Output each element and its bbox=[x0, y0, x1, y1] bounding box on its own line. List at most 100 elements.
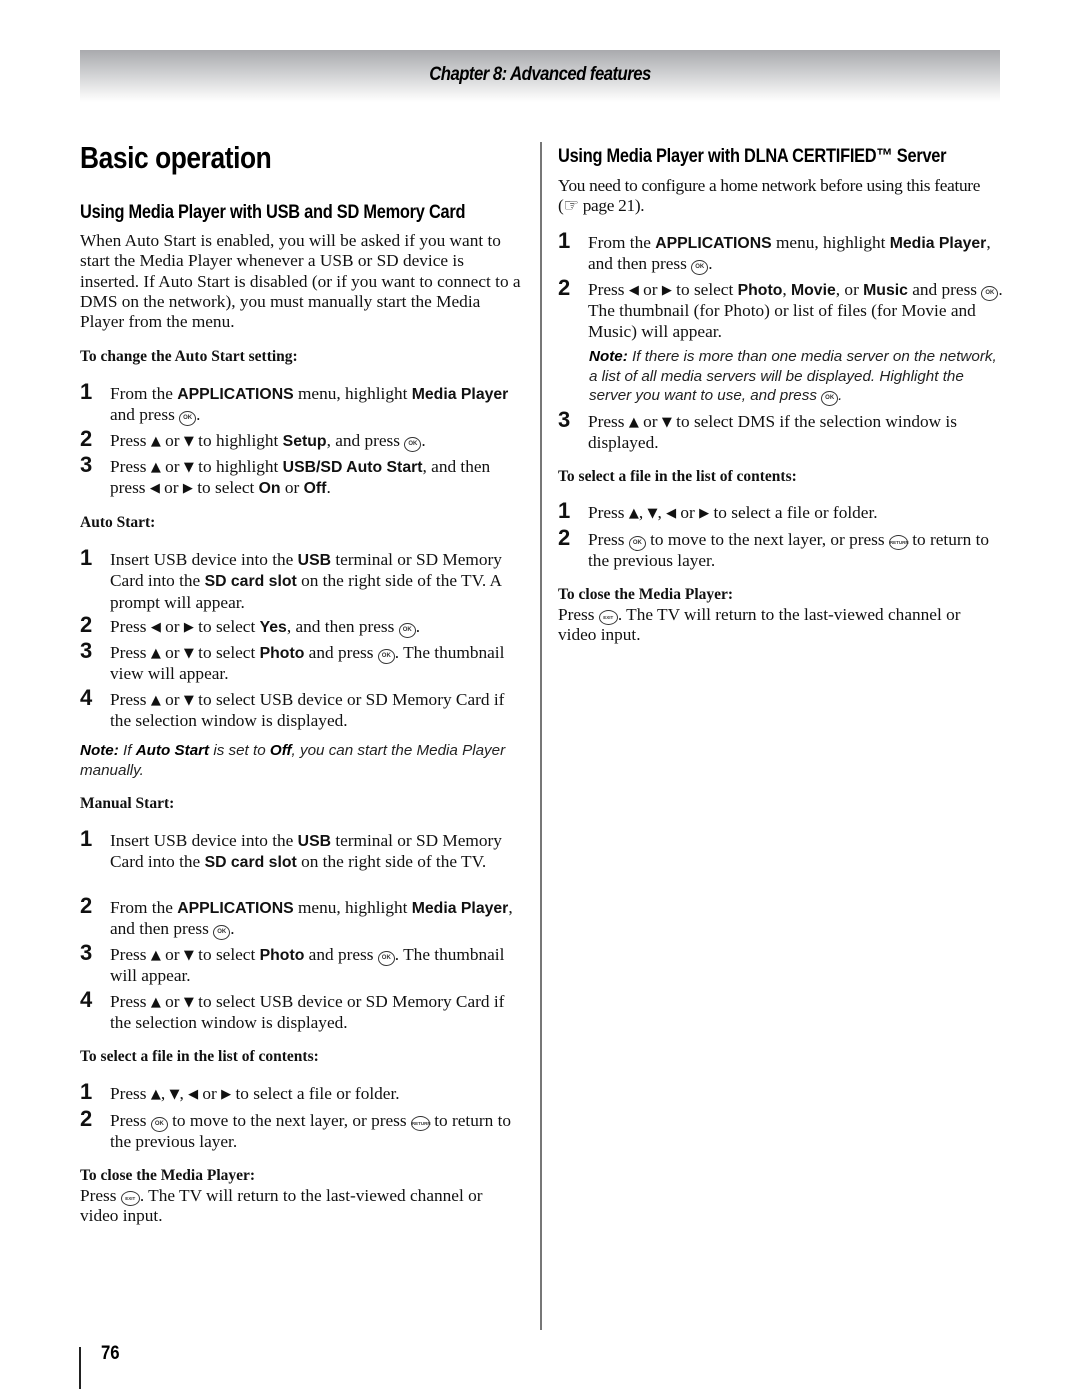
step-text: Press ◀ or ▶ to select Yes, and then pre… bbox=[110, 617, 421, 638]
step-item: 3 Press ▲ or ▼ to select Photo and press… bbox=[80, 640, 525, 685]
step-text: Press OK to move to the next layer, or p… bbox=[110, 1111, 512, 1151]
exit-button-icon: EXIT bbox=[598, 610, 618, 625]
down-arrow-icon: ▼ bbox=[183, 995, 194, 1010]
column-divider bbox=[540, 142, 542, 1330]
step-text: From the APPLICATIONS menu, highlight Me… bbox=[110, 384, 509, 427]
ok-button-icon: OK bbox=[404, 437, 422, 452]
ok-button-icon: OK bbox=[213, 925, 231, 941]
step-text: Press ▲ or ▼ to highlight Setup, and pre… bbox=[110, 431, 426, 452]
step-text: Press ▲ or ▼ to select Photo and press O… bbox=[110, 945, 505, 986]
down-arrow-icon: ▼ bbox=[183, 460, 194, 475]
subheading-select-file: To select a file in the list of contents… bbox=[558, 468, 797, 485]
step-item: 4 Press ▲ or ▼ to select USB device or S… bbox=[80, 987, 525, 1034]
left-arrow-icon: ◀ bbox=[149, 481, 160, 497]
step-text: Press ▲ or ▼ to highlight USB/SD Auto St… bbox=[110, 457, 491, 498]
chapter-header-band: Chapter 8: Advanced features bbox=[80, 50, 1000, 102]
step-item: 3 Press ▲ or ▼ to select Photo and press… bbox=[80, 940, 525, 987]
step-item: 1 Insert USB device into the USB termina… bbox=[80, 826, 525, 874]
step-item: 2 From the APPLICATIONS menu, highlight … bbox=[80, 893, 525, 941]
page-number: 76 bbox=[101, 1343, 120, 1364]
step-item: 1 Press ▲, ▼, ◀ or ▶ to select a file or… bbox=[80, 1079, 525, 1105]
left-arrow-icon: ◀ bbox=[150, 620, 161, 635]
step-number: 3 bbox=[80, 452, 93, 477]
step-number: 2 bbox=[558, 275, 571, 300]
left-arrow-icon: ◀ bbox=[188, 1087, 199, 1102]
up-arrow-icon: ▲ bbox=[150, 948, 161, 963]
subheading-select-file: To select a file in the list of contents… bbox=[80, 1048, 319, 1065]
ok-button-icon: OK bbox=[377, 649, 395, 664]
step-number: 1 bbox=[80, 545, 93, 570]
up-arrow-icon: ▲ bbox=[150, 1087, 161, 1102]
page-title: Basic operation bbox=[80, 140, 272, 175]
step-text: Press ▲, ▼, ◀ or ▶ to select a file or f… bbox=[110, 1084, 400, 1103]
ok-button-icon: OK bbox=[691, 260, 709, 276]
step-number: 3 bbox=[80, 940, 93, 965]
step-item: 1 From the APPLICATIONS menu, highlight … bbox=[558, 229, 1003, 276]
step-item: 3 Press ▲ or ▼ to select DMS if the sele… bbox=[558, 409, 1003, 454]
step-item: 2 Press ◀ or ▶ to select Photo, Movie, o… bbox=[558, 275, 1003, 342]
step-item: 2 Press OK to move to the next layer, or… bbox=[558, 525, 1003, 571]
subheading-change-auto-start: To change the Auto Start setting: bbox=[80, 348, 298, 365]
chapter-title: Chapter 8: Advanced features bbox=[429, 64, 651, 85]
down-arrow-icon: ▼ bbox=[183, 646, 194, 661]
subheading-close-player: To close the Media Player: bbox=[80, 1167, 256, 1184]
ok-button-icon: OK bbox=[377, 951, 395, 966]
step-text: From the APPLICATIONS menu, highlight Me… bbox=[110, 898, 513, 941]
page-number-bar bbox=[79, 1347, 81, 1389]
ok-button-icon: OK bbox=[179, 411, 197, 427]
down-arrow-icon: ▼ bbox=[183, 948, 194, 963]
down-arrow-icon: ▼ bbox=[647, 506, 658, 521]
step-number: 2 bbox=[80, 426, 93, 451]
return-button-icon: RETURN bbox=[410, 1116, 431, 1131]
ok-button-icon: OK bbox=[398, 623, 416, 638]
up-arrow-icon: ▲ bbox=[150, 646, 161, 661]
step-item: 3 Press ▲ or ▼ to highlight USB/SD Auto … bbox=[80, 452, 525, 500]
step-item: 1 Press ▲, ▼, ◀ or ▶ to select a file or… bbox=[558, 498, 1003, 524]
step-item: 2 Press ▲ or ▼ to highlight Setup, and p… bbox=[80, 426, 525, 452]
step-item: 2 Press OK to move to the next layer, or… bbox=[80, 1106, 525, 1152]
dlna-intro: You need to configure a home network bef… bbox=[558, 176, 981, 216]
step-text: From the APPLICATIONS menu, highlight Me… bbox=[588, 233, 991, 276]
step-number: 1 bbox=[80, 1079, 93, 1104]
step-number: 1 bbox=[80, 826, 93, 851]
right-arrow-icon: ▶ bbox=[182, 481, 193, 497]
step-text: Press ▲ or ▼ to select DMS if the select… bbox=[588, 412, 957, 453]
step-number: 1 bbox=[558, 498, 571, 523]
step-number: 2 bbox=[80, 1106, 93, 1131]
step-text: Press ▲ or ▼ to select USB device or SD … bbox=[110, 690, 505, 731]
right-arrow-icon: ▶ bbox=[661, 283, 672, 298]
subheading-close-player: To close the Media Player: bbox=[558, 586, 734, 603]
right-arrow-icon: ▶ bbox=[183, 620, 194, 635]
up-arrow-icon: ▲ bbox=[150, 995, 161, 1010]
ok-button-icon: OK bbox=[628, 536, 646, 551]
left-arrow-icon: ◀ bbox=[666, 506, 677, 521]
note-auto-start-off: Note: If Auto Start is set to Off, you c… bbox=[80, 742, 506, 779]
step-text: Press ▲ or ▼ to select USB device or SD … bbox=[110, 992, 505, 1033]
up-arrow-icon: ▲ bbox=[150, 460, 161, 475]
section-title-usb-sd: Using Media Player with USB and SD Memor… bbox=[80, 201, 466, 223]
right-arrow-icon: ▶ bbox=[699, 506, 710, 521]
exit-button-icon: EXIT bbox=[120, 1191, 140, 1206]
ok-button-icon: OK bbox=[150, 1117, 168, 1132]
step-number: 4 bbox=[80, 987, 93, 1012]
step-number: 2 bbox=[80, 612, 93, 637]
step-number: 4 bbox=[80, 685, 93, 710]
down-arrow-icon: ▼ bbox=[183, 693, 194, 708]
left-arrow-icon: ◀ bbox=[628, 283, 639, 298]
step-number: 2 bbox=[80, 893, 93, 918]
subheading-manual-start: Manual Start: bbox=[80, 795, 175, 812]
ok-button-icon: OK bbox=[981, 286, 999, 301]
up-arrow-icon: ▲ bbox=[150, 693, 161, 708]
step-item: 4 Press ▲ or ▼ to select USB device or S… bbox=[80, 685, 525, 732]
return-button-icon: RETURN bbox=[888, 535, 909, 550]
up-arrow-icon: ▲ bbox=[628, 415, 639, 430]
step-text: Press ▲, ▼, ◀ or ▶ to select a file or f… bbox=[588, 503, 878, 522]
up-arrow-icon: ▲ bbox=[150, 434, 161, 449]
step-number: 1 bbox=[80, 379, 93, 404]
step-number: 2 bbox=[558, 525, 571, 550]
down-arrow-icon: ▼ bbox=[183, 434, 194, 449]
note-multiple-servers: Note: If there is more than one media se… bbox=[589, 348, 997, 406]
ok-button-icon: OK bbox=[821, 391, 839, 406]
close-player-text: Press EXIT. The TV will return to the la… bbox=[80, 1186, 483, 1226]
step-text: Insert USB device into the USB terminal … bbox=[110, 831, 502, 872]
